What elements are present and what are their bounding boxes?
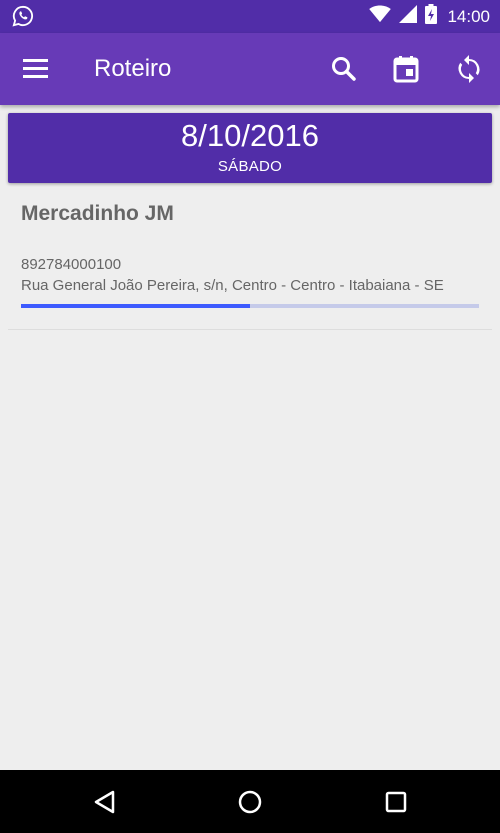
home-icon[interactable] — [234, 786, 266, 818]
app-bar: Roteiro — [0, 33, 500, 105]
menu-icon[interactable] — [20, 55, 52, 83]
date-label: 8/10/2016 — [181, 118, 319, 153]
list-item[interactable]: Mercadinho JM 892784000100 Rua General J… — [8, 190, 492, 330]
divider — [8, 329, 492, 330]
nav-bar — [0, 770, 500, 833]
wifi-icon — [369, 5, 392, 28]
battery-charging-icon — [425, 4, 438, 29]
client-code: 892784000100 — [21, 256, 122, 273]
progress-bar — [21, 304, 479, 308]
sync-icon[interactable] — [453, 53, 485, 85]
weekday-label: SÁBADO — [217, 158, 283, 175]
client-name: Mercadinho JM — [21, 202, 174, 225]
page-title: Roteiro — [94, 55, 172, 82]
status-time: 14:00 — [447, 6, 490, 26]
calendar-icon[interactable] — [390, 53, 422, 85]
progress-fill — [21, 304, 250, 308]
date-header: 8/10/2016 SÁBADO — [8, 113, 492, 183]
back-icon[interactable] — [89, 786, 121, 818]
recents-icon[interactable] — [380, 786, 412, 818]
whatsapp-icon — [12, 5, 34, 27]
search-icon[interactable] — [328, 53, 360, 85]
client-address: Rua General João Pereira, s/n, Centro - … — [21, 277, 444, 294]
status-bar: 14:00 — [0, 0, 500, 33]
signal-icon — [399, 5, 418, 28]
